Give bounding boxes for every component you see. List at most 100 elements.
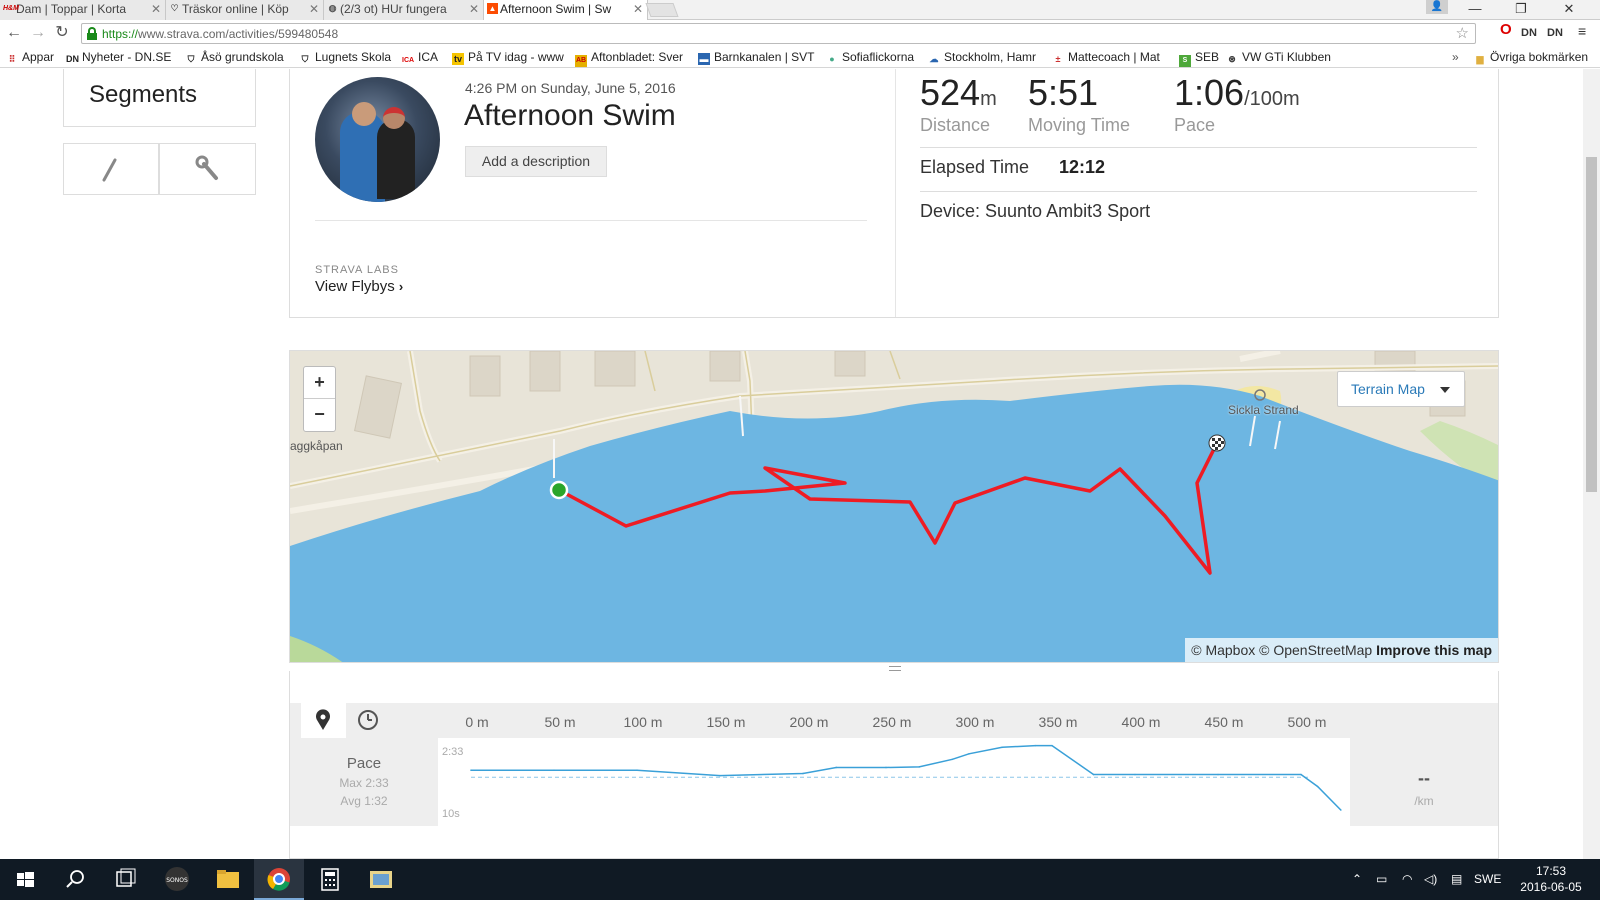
bookmark-seb[interactable]: S SEB — [1179, 49, 1219, 67]
pencil-icon — [102, 158, 117, 182]
image-viewer-icon — [370, 871, 392, 888]
zoom-out-button[interactable]: − — [304, 399, 335, 431]
other-bookmarks[interactable]: ▆ Övriga bokmärken — [1474, 49, 1589, 65]
restore-button[interactable]: ❐ — [1498, 0, 1544, 20]
address-bar[interactable]: https://www.strava.com/activities/599480… — [81, 23, 1476, 44]
pace-point — [1316, 785, 1319, 788]
chrome-icon — [267, 868, 290, 891]
windows-icon — [17, 872, 34, 887]
search-button[interactable] — [50, 859, 100, 900]
clock-icon — [358, 710, 378, 730]
bookmark-vwgti[interactable]: ⊛ VW GTi Klubben — [1226, 49, 1331, 65]
input-language[interactable]: SWE — [1474, 872, 1501, 886]
close-icon[interactable]: ✕ — [469, 0, 479, 18]
strava-icon: ▲ — [487, 3, 498, 14]
segments-tab[interactable]: Segments — [63, 69, 256, 127]
svt-icon: ▬ — [698, 53, 710, 65]
pace-point — [719, 774, 721, 777]
bookmark-stockholm[interactable]: ☁ Stockholm, Hamr — [928, 49, 1037, 65]
battery-icon[interactable]: ▭ — [1376, 872, 1387, 886]
sonos-app[interactable]: SONOS — [152, 859, 202, 900]
improve-map-link[interactable]: Improve this map — [1376, 642, 1492, 658]
dn-extension-icon[interactable]: DN — [1521, 25, 1537, 41]
minimize-button[interactable]: — — [1452, 0, 1498, 20]
back-icon[interactable]: ← — [3, 23, 25, 43]
calculator-app[interactable] — [305, 859, 355, 900]
edit-button[interactable] — [63, 143, 159, 195]
scrollbar-thumb[interactable] — [1586, 157, 1597, 492]
forward-icon[interactable]: → — [27, 23, 49, 43]
add-description-button[interactable]: Add a description — [465, 146, 607, 177]
tab-hm[interactable]: H&M Dam | Toppar | Korta ✕ — [0, 0, 166, 20]
x-tick: 100 m — [623, 714, 663, 730]
elapsed-time-value: 12:12 — [1059, 157, 1106, 177]
profile-icon[interactable]: 👤 — [1426, 0, 1448, 14]
x-tick: 450 m — [1204, 714, 1244, 730]
tab-traskor[interactable]: ♡ Träskor online | Köp ✕ — [166, 0, 324, 20]
seb-icon: S — [1179, 55, 1191, 67]
dn-extension-icon-2[interactable]: DN — [1547, 25, 1563, 41]
osm-link[interactable]: © OpenStreetMap — [1259, 642, 1372, 658]
chrome-app[interactable] — [254, 859, 304, 900]
clock-time: 17:53 — [1535, 864, 1567, 878]
url-text[interactable]: https://www.strava.com/activities/599480… — [102, 26, 338, 42]
time-mode-button[interactable] — [346, 703, 391, 738]
start-button[interactable] — [0, 859, 50, 900]
show-hidden-icons[interactable]: ⌃ — [1352, 872, 1362, 886]
close-window-button[interactable]: ✕ — [1546, 0, 1592, 20]
menu-icon[interactable]: ≡ — [1578, 23, 1586, 39]
pace-point — [1340, 809, 1342, 811]
wifi-icon[interactable]: ◠ — [1402, 872, 1412, 886]
bookmark-apps[interactable]: ⠿ Appar — [6, 49, 54, 65]
terrain-map-dropdown[interactable]: Terrain Map — [1337, 371, 1465, 407]
file-explorer-app[interactable] — [203, 859, 253, 900]
bookmark-patv[interactable]: tv På TV idag - www — [452, 49, 564, 65]
task-view-button[interactable] — [100, 859, 150, 900]
bookmark-sofiaflickorna[interactable]: ● Sofiaflickorna — [826, 49, 914, 65]
opera-icon[interactable]: O — [1500, 22, 1512, 38]
view-flybys-link[interactable]: View Flybys › — [315, 278, 403, 295]
pace-point — [636, 769, 638, 771]
tab-label: Afternoon Swim | Sw — [500, 2, 612, 16]
bookmark-barnkanalen[interactable]: ▬ Barnkanalen | SVT — [698, 49, 815, 65]
bookmark-aftonbladet[interactable]: AB Aftonbladet: Sver — [575, 49, 683, 67]
page-scrollbar[interactable] — [1583, 69, 1600, 859]
tab-forum[interactable]: ◍ (2/3 ot) HUr fungera ✕ — [324, 0, 484, 20]
pace-chart[interactable]: 2:33 10s — [438, 738, 1350, 826]
close-icon[interactable]: ✕ — [151, 0, 161, 18]
bookmark-lugnets[interactable]: ⛉ Lugnets Skola — [299, 49, 391, 65]
pace-point — [1092, 773, 1095, 776]
pace-max: Max 2:33 — [339, 776, 389, 790]
bookmark-ica[interactable]: ICA ICA — [402, 49, 438, 67]
reload-icon[interactable]: ↻ — [51, 23, 73, 43]
bookmark-mattecoach[interactable]: ± Mattecoach | Mat — [1052, 49, 1160, 65]
system-clock[interactable]: 17:53 2016-06-05 — [1516, 863, 1586, 895]
bookmark-dn[interactable]: DN Nyheter - DN.SE — [66, 49, 171, 65]
close-icon[interactable]: ✕ — [309, 0, 319, 18]
divider — [315, 220, 867, 221]
new-tab-button[interactable] — [645, 3, 679, 17]
bookmark-aso[interactable]: ⛉ Åsö grundskola — [185, 49, 284, 65]
route-map[interactable]: aggkåpan Sickla Strand + − Terrain Map ©… — [289, 350, 1499, 663]
pace-point — [1001, 746, 1003, 749]
elapsed-time-label: Elapsed Time — [920, 157, 1030, 177]
avatar[interactable] — [315, 77, 440, 202]
notifications-icon[interactable]: ▤ — [1451, 872, 1462, 886]
more-bookmarks[interactable]: » — [1452, 49, 1459, 65]
distance-mode-button[interactable] — [301, 703, 346, 738]
folder-icon: ▆ — [1476, 54, 1484, 64]
pace-point — [968, 753, 970, 755]
actions-button[interactable] — [159, 143, 256, 195]
close-icon[interactable]: ✕ — [633, 0, 643, 18]
mapbox-link[interactable]: © Mapbox — [1191, 642, 1255, 658]
wrench-icon — [195, 155, 218, 180]
place-label: aggkåpan — [290, 439, 343, 453]
zoom-in-button[interactable]: + — [304, 367, 335, 399]
photo-app[interactable] — [356, 859, 406, 900]
divider — [895, 69, 896, 317]
map-attribution: © Mapbox © OpenStreetMap Improve this ma… — [1185, 638, 1498, 662]
bookmark-star-icon[interactable]: ☆ — [1456, 24, 1469, 43]
zoom-control: + − — [303, 366, 336, 432]
volume-icon[interactable]: ◁) — [1424, 872, 1437, 886]
tab-strava[interactable]: ▲ Afternoon Swim | Sw ✕ — [484, 0, 648, 20]
